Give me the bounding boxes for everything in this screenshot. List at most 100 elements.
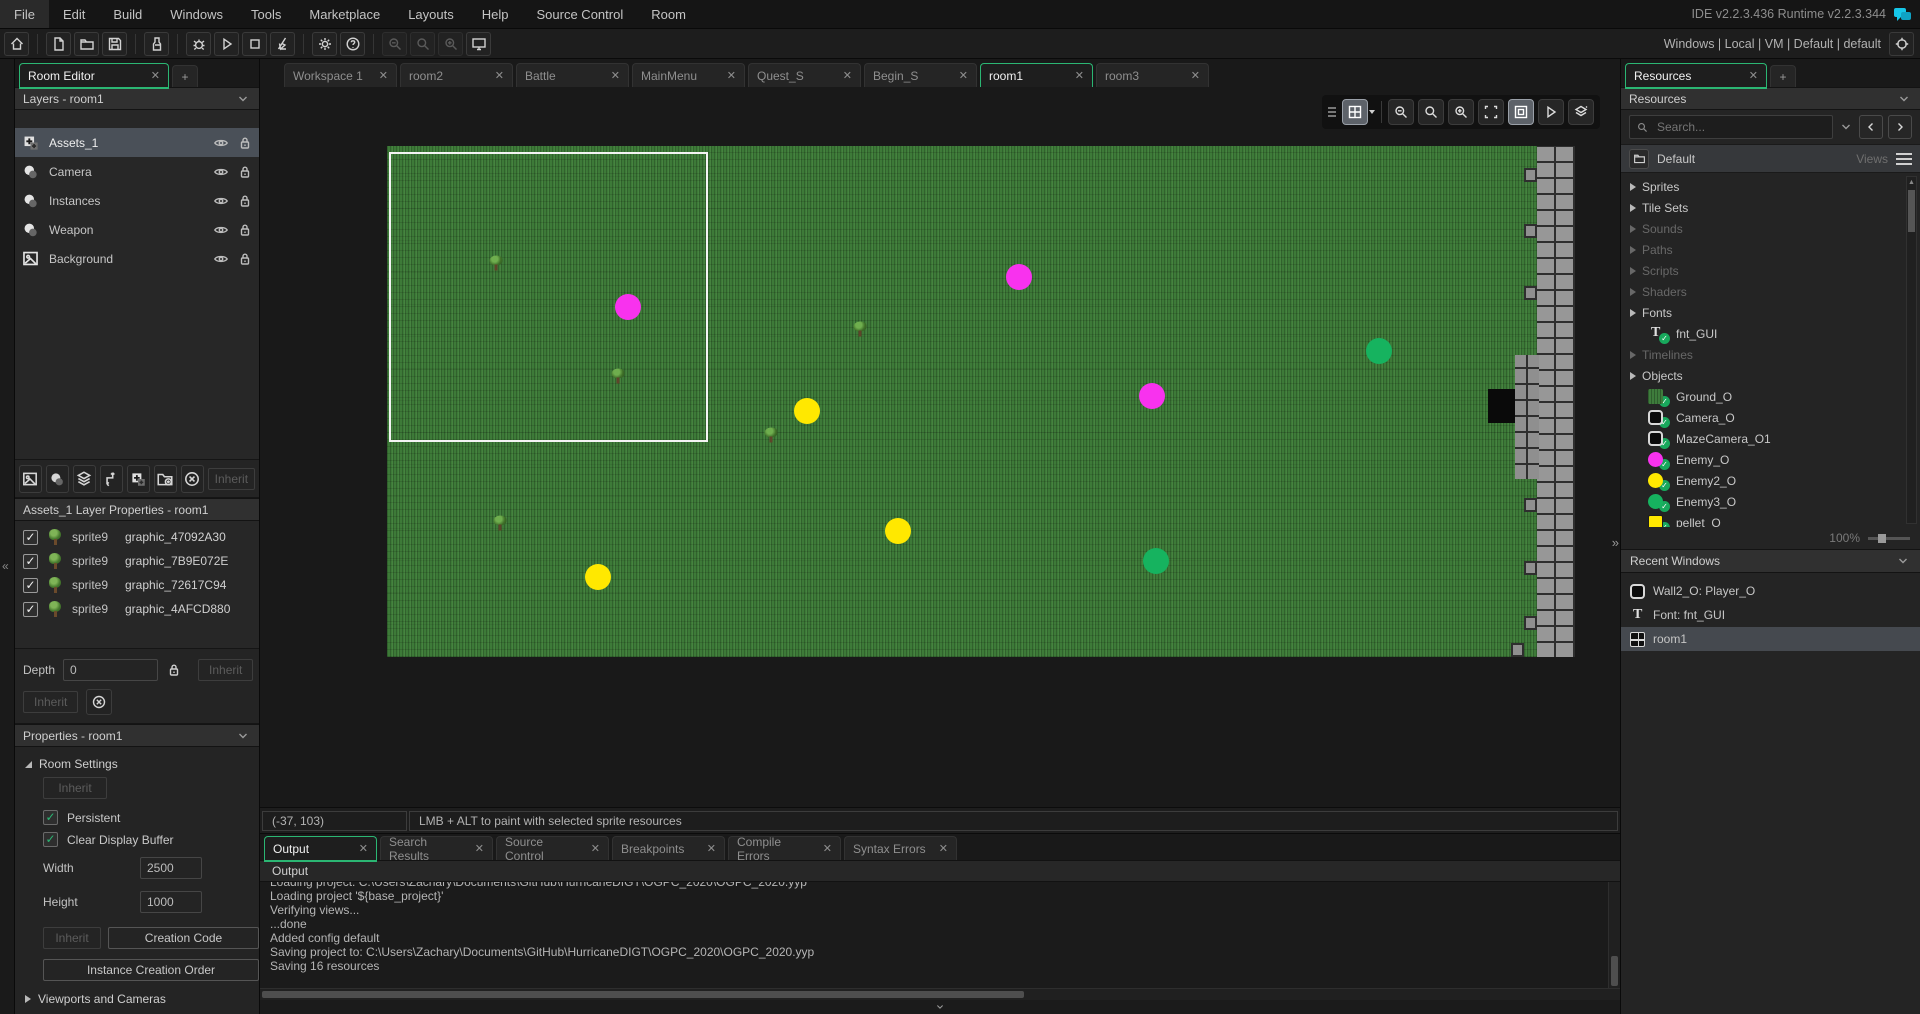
inherit-layer-button[interactable]: Inherit xyxy=(23,691,78,713)
lock-icon[interactable] xyxy=(237,135,253,151)
resource-tree-row[interactable]: Sprites xyxy=(1621,176,1920,197)
creation-code-button[interactable]: Creation Code xyxy=(108,927,259,949)
object-instance[interactable] xyxy=(1139,383,1165,409)
close-tab-icon[interactable]: ✕ xyxy=(727,69,736,82)
resource-tree-row[interactable]: Sounds xyxy=(1621,218,1920,239)
target-manager-button[interactable] xyxy=(1889,32,1914,56)
tree-arrow-icon[interactable] xyxy=(1630,183,1636,191)
close-tab-icon[interactable]: ✕ xyxy=(591,842,600,855)
resource-tree-row[interactable]: Scripts xyxy=(1621,260,1920,281)
output-tab[interactable]: Breakpoints ✕ xyxy=(612,836,725,860)
layer-toolbar-button[interactable] xyxy=(100,465,123,493)
workspace-tab[interactable]: Quest_S ✕ xyxy=(748,63,861,87)
layer-toolbar-button[interactable] xyxy=(127,465,150,493)
layer-toolbar-button[interactable] xyxy=(73,465,96,493)
object-instance[interactable] xyxy=(885,518,911,544)
close-tab-icon[interactable]: ✕ xyxy=(1075,69,1084,82)
grip-icon[interactable] xyxy=(1328,107,1336,117)
room-canvas[interactable]: » xyxy=(260,87,1620,807)
close-tab-icon[interactable]: ✕ xyxy=(1749,69,1758,82)
menu-item[interactable]: Tools xyxy=(237,0,295,28)
layer-row[interactable]: Camera xyxy=(15,157,259,186)
layer-toolbar-button[interactable] xyxy=(181,465,204,493)
resource-tree-row[interactable]: Objects xyxy=(1621,365,1920,386)
eye-icon[interactable] xyxy=(213,135,229,151)
collapse-left-icon[interactable]: « xyxy=(2,559,9,573)
menu-item[interactable]: Room xyxy=(637,0,700,28)
eye-icon[interactable] xyxy=(213,222,229,238)
workspace-tab[interactable]: room1 ✕ xyxy=(980,63,1093,87)
tree-arrow-icon[interactable] xyxy=(1630,204,1636,212)
nav-forward-button[interactable] xyxy=(1888,115,1912,139)
layer-toolbar-button[interactable] xyxy=(19,465,42,493)
layer-toolbar-button[interactable] xyxy=(154,465,177,493)
output-log[interactable]: Loading project: C:\Users\Zachary\Docume… xyxy=(260,882,1608,988)
depth-lock-icon[interactable] xyxy=(166,662,182,678)
add-tab-button[interactable]: + xyxy=(1770,65,1796,87)
canvas-toolbar-button[interactable] xyxy=(1342,99,1368,125)
layer-inherit-button[interactable]: Inherit xyxy=(208,468,255,490)
workspace-tab[interactable]: MainMenu ✕ xyxy=(632,63,745,87)
layer-row[interactable]: Background xyxy=(15,244,259,273)
resource-tree-row[interactable]: Timelines xyxy=(1621,344,1920,365)
close-tab-icon[interactable]: ✕ xyxy=(151,69,160,82)
resources-header[interactable]: Resources xyxy=(1621,87,1920,110)
room-grass-area[interactable] xyxy=(387,146,1575,657)
layer-toolbar-button[interactable] xyxy=(46,465,69,493)
close-tab-icon[interactable]: ✕ xyxy=(379,69,388,82)
feedback-chat-icon[interactable] xyxy=(1893,6,1912,23)
canvas-toolbar-button[interactable] xyxy=(1538,99,1564,125)
resource-tree-row[interactable]: Shaders xyxy=(1621,281,1920,302)
target-config-text[interactable]: Windows | Local | VM | Default | default xyxy=(1664,37,1881,51)
search-options-chevron-icon[interactable] xyxy=(1838,119,1854,135)
caret-down-icon[interactable] xyxy=(1369,110,1375,114)
canvas-toolbar-button[interactable] xyxy=(1388,99,1414,125)
close-tab-icon[interactable]: ✕ xyxy=(823,842,832,855)
scroll-up-icon[interactable]: ▲ xyxy=(1907,177,1916,188)
eye-icon[interactable] xyxy=(213,251,229,267)
menu-item[interactable]: File xyxy=(0,0,49,28)
lock-icon[interactable] xyxy=(237,193,253,209)
resource-tree-row[interactable]: Tile Sets xyxy=(1621,197,1920,218)
menu-item[interactable]: Help xyxy=(468,0,523,28)
depth-input[interactable] xyxy=(63,659,158,681)
canvas-toolbar-button[interactable] xyxy=(1568,99,1594,125)
workspace-tab[interactable]: room2 ✕ xyxy=(400,63,513,87)
resource-tree-row[interactable]: pellet_O xyxy=(1621,512,1920,527)
toolbar-button[interactable] xyxy=(270,32,295,56)
views-menu-icon[interactable] xyxy=(1896,153,1912,165)
resource-tree-row[interactable]: Fonts xyxy=(1621,302,1920,323)
toolbar-button[interactable] xyxy=(102,32,127,56)
tree-arrow-icon[interactable] xyxy=(1630,246,1636,254)
room-height-input[interactable] xyxy=(140,891,202,913)
resource-tree-row[interactable]: fnt_GUI xyxy=(1621,323,1920,344)
tree-asset-sprite[interactable] xyxy=(765,428,778,443)
toolbar-button[interactable] xyxy=(340,32,365,56)
tree-arrow-icon[interactable] xyxy=(1630,372,1636,380)
object-instance[interactable] xyxy=(585,564,611,590)
toolbar-button[interactable] xyxy=(466,32,491,56)
resource-tree-row[interactable]: Ground_O xyxy=(1621,386,1920,407)
clear-display-buffer-checkbox[interactable] xyxy=(43,832,58,847)
toolbar-button[interactable] xyxy=(312,32,337,56)
output-tab[interactable]: Compile Errors ✕ xyxy=(728,836,841,860)
menu-item[interactable]: Layouts xyxy=(394,0,468,28)
close-tab-icon[interactable]: ✕ xyxy=(611,69,620,82)
view-folder-icon[interactable] xyxy=(1629,149,1649,169)
room-settings-section[interactable]: Room Settings xyxy=(15,753,259,775)
recent-windows-header[interactable]: Recent Windows xyxy=(1621,549,1920,573)
layer-row[interactable]: Weapon xyxy=(15,215,259,244)
layer-row[interactable]: Assets_1 xyxy=(15,128,259,157)
menu-item[interactable]: Build xyxy=(99,0,156,28)
toolbar-button[interactable] xyxy=(186,32,211,56)
resource-tree-row[interactable]: Paths xyxy=(1621,239,1920,260)
layer-row[interactable]: Instances xyxy=(15,186,259,215)
resource-tree-row[interactable]: Enemy3_O xyxy=(1621,491,1920,512)
close-tab-icon[interactable]: ✕ xyxy=(359,842,368,855)
canvas-toolbar-button[interactable] xyxy=(1448,99,1474,125)
viewports-section-title[interactable]: Viewports and Cameras xyxy=(38,992,166,1006)
asset-layer-properties-header[interactable]: Assets_1 Layer Properties - room1 xyxy=(15,498,259,521)
zoom-slider[interactable] xyxy=(1868,537,1910,540)
eye-icon[interactable] xyxy=(213,193,229,209)
lock-icon[interactable] xyxy=(237,251,253,267)
